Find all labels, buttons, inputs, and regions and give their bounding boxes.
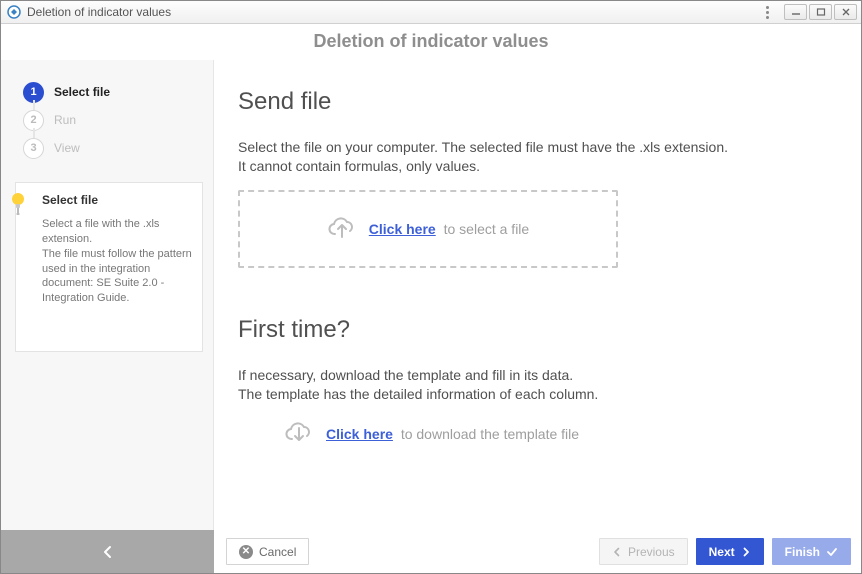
select-file-suffix: to select a file: [440, 221, 530, 237]
step-view[interactable]: 3 View: [23, 134, 203, 162]
previous-button[interactable]: Previous: [599, 538, 688, 565]
file-dropzone[interactable]: Click here to select a file: [238, 190, 618, 268]
upload-cloud-icon: [327, 217, 357, 241]
chevron-left-icon: [612, 547, 622, 557]
tip-card: Select file Select a file with the .xls …: [15, 182, 203, 352]
lightbulb-icon: [9, 191, 27, 209]
page-title: Deletion of indicator values: [313, 31, 548, 52]
maximize-button[interactable]: [809, 4, 832, 20]
download-cloud-icon: [284, 422, 314, 446]
next-button[interactable]: Next: [696, 538, 764, 565]
close-button[interactable]: [834, 4, 857, 20]
main-content: Send file Select the file on your comput…: [214, 60, 861, 530]
window-title: Deletion of indicator values: [27, 5, 171, 19]
step-label: Select file: [54, 85, 110, 99]
download-template-link[interactable]: Click here: [326, 426, 393, 442]
minimize-button[interactable]: [784, 4, 807, 20]
select-file-link[interactable]: Click here: [369, 221, 436, 237]
step-select-file[interactable]: 1 Select file: [23, 78, 203, 106]
tip-title: Select file: [42, 193, 192, 207]
tip-body: Select a file with the .xls extension. T…: [42, 217, 192, 306]
step-run[interactable]: 2 Run: [23, 106, 203, 134]
send-file-description: Select the file on your computer. The se…: [238, 138, 827, 176]
check-icon: [826, 547, 838, 557]
chevron-left-icon: [101, 545, 115, 559]
cancel-button[interactable]: ✕ Cancel: [226, 538, 309, 565]
step-label: Run: [54, 113, 76, 127]
first-time-description: If necessary, download the template and …: [238, 366, 827, 404]
wizard-sidebar: 1 Select file 2 Run 3 View: [1, 60, 214, 530]
step-label: View: [54, 141, 80, 155]
wizard-steps: 1 Select file 2 Run 3 View: [23, 78, 203, 162]
cancel-icon: ✕: [239, 545, 253, 559]
titlebar: Deletion of indicator values: [1, 1, 861, 24]
footer-bar: ✕ Cancel Previous Next Finish: [1, 530, 861, 573]
collapse-sidebar-button[interactable]: [1, 530, 214, 573]
send-file-heading: Send file: [238, 88, 827, 116]
app-icon: [7, 5, 21, 19]
download-template-suffix: to download the template file: [397, 426, 579, 442]
finish-button[interactable]: Finish: [772, 538, 851, 565]
download-template-row: Click here to download the template file: [284, 422, 827, 446]
kebab-menu-icon[interactable]: [758, 3, 776, 21]
step-badge: 3: [23, 138, 44, 159]
first-time-heading: First time?: [238, 316, 827, 344]
page-header: Deletion of indicator values: [1, 24, 861, 60]
chevron-right-icon: [741, 547, 751, 557]
